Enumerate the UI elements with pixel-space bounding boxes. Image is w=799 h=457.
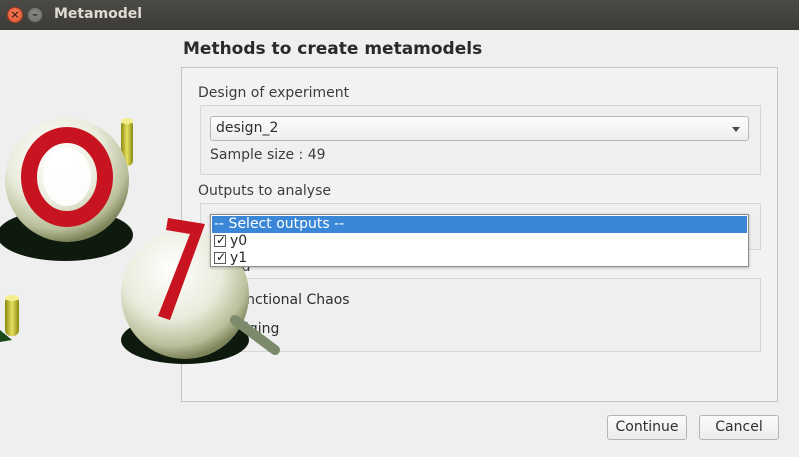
window-title: Metamodel bbox=[54, 6, 143, 22]
output-item-y1[interactable]: ✓ y1 bbox=[212, 250, 747, 267]
kriging-label[interactable]: Kriging bbox=[230, 321, 279, 337]
functional-chaos-radio[interactable] bbox=[210, 293, 223, 306]
close-icon: × bbox=[10, 8, 20, 21]
method-group bbox=[200, 278, 761, 352]
title-bar: × – Metamodel bbox=[0, 0, 799, 30]
side-decoration-panel bbox=[0, 30, 181, 457]
design-select-value: design_2 bbox=[216, 120, 279, 136]
checkmark-icon: ✓ bbox=[216, 250, 227, 264]
outputs-dropdown-list[interactable]: -- Select outputs -- ✓ y0 ✓ y1 bbox=[210, 214, 749, 267]
kriging-radio[interactable] bbox=[210, 322, 223, 335]
minimize-icon: – bbox=[32, 8, 38, 21]
checkmark-icon: ✓ bbox=[216, 233, 227, 247]
close-window-button[interactable]: × bbox=[7, 7, 23, 23]
continue-button[interactable]: Continue bbox=[607, 415, 687, 440]
design-section-label: Design of experiment bbox=[198, 85, 350, 101]
sample-size-text: Sample size : 49 bbox=[210, 147, 326, 163]
output-y0-checkbox[interactable]: ✓ bbox=[214, 233, 227, 247]
outputs-section-label: Outputs to analyse bbox=[198, 183, 331, 199]
outputs-select-header[interactable]: -- Select outputs -- bbox=[212, 216, 747, 233]
chevron-down-icon bbox=[732, 127, 740, 132]
radio-selected-dot bbox=[214, 297, 219, 302]
design-select[interactable]: design_2 bbox=[210, 116, 749, 141]
output-y0-label: y0 bbox=[230, 233, 248, 249]
functional-chaos-label[interactable]: Functional Chaos bbox=[230, 292, 350, 308]
cancel-button[interactable]: Cancel bbox=[699, 415, 779, 440]
output-y1-label: y1 bbox=[230, 250, 248, 266]
output-item-y0[interactable]: ✓ y0 bbox=[212, 233, 747, 250]
page-title: Methods to create metamodels bbox=[183, 39, 483, 59]
output-y1-checkbox[interactable]: ✓ bbox=[214, 250, 227, 264]
minimize-window-button[interactable]: – bbox=[27, 7, 43, 23]
